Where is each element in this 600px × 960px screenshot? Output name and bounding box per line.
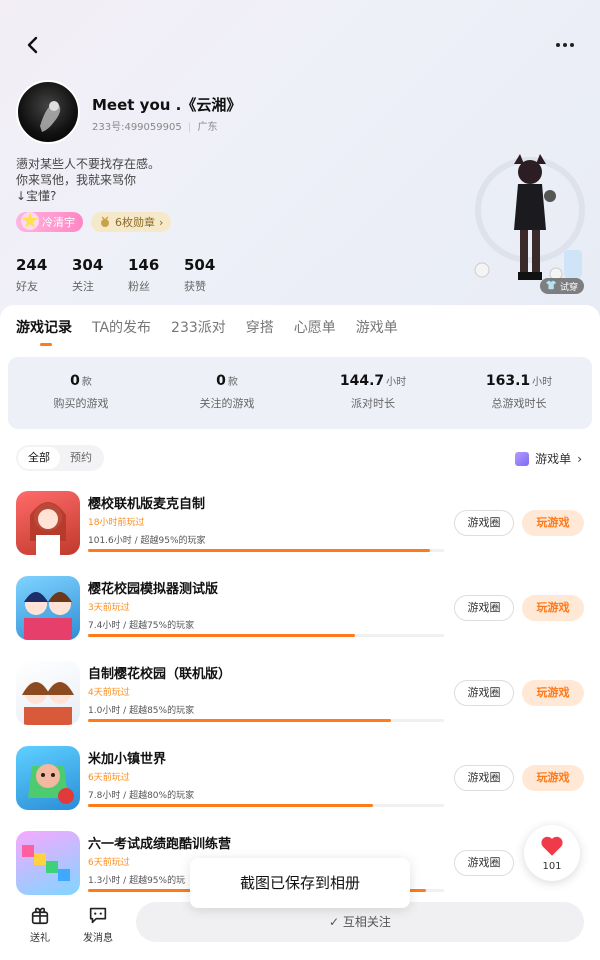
stat-fans[interactable]: 146 粉丝 (128, 256, 184, 294)
play-time: 7.4小时 / 超越75%的玩家 (88, 621, 195, 631)
chevron-left-icon (27, 36, 38, 54)
play-game-button[interactable]: 玩游戏 (522, 680, 584, 706)
game-list-link[interactable]: 游戏单 › (515, 450, 582, 467)
try-on-button[interactable]: 👕 试穿 (539, 278, 584, 294)
last-played: 18小时前玩过 (88, 518, 145, 528)
message-button[interactable]: 发消息 (78, 904, 118, 944)
tab-game-list[interactable]: 游戏单 (356, 317, 398, 337)
game-circle-button[interactable]: 游戏圈 (454, 680, 514, 706)
gift-icon (31, 907, 49, 925)
game-icon (16, 831, 80, 895)
game-circle-button[interactable]: 游戏圈 (454, 595, 514, 621)
like-count: 101 (542, 861, 562, 872)
profile-header: Meet you .《云湘》 233号:499059905 | 广东 懑对某些人… (0, 0, 600, 320)
stat-friends[interactable]: 244 好友 (16, 256, 72, 294)
chevron-right-icon: › (577, 451, 582, 466)
last-played: 6天前玩过 (88, 773, 130, 783)
tab-game-records[interactable]: 游戏记录 (16, 317, 72, 337)
active-tab-indicator (40, 343, 52, 346)
game-row[interactable]: 米加小镇世界 6天前玩过 7.8小时 / 超越80%的玩家 游戏圈 玩游戏 (0, 746, 600, 826)
medal-icon (101, 216, 109, 227)
play-time-bar (88, 549, 444, 552)
game-name: 自制樱花校园（联机版） (88, 667, 232, 682)
game-row[interactable]: 自制樱花校园（联机版） 4天前玩过 1.0小时 / 超越85%的玩家 游戏圈 玩… (0, 661, 600, 741)
game-row[interactable]: 樱校联机版麦克自制 18小时前玩过 101.6小时 / 超越95%的玩家 游戏圈… (0, 491, 600, 571)
shirt-icon: 👕 (545, 281, 557, 291)
tab-outfits[interactable]: 穿搭 (246, 317, 274, 337)
game-icon (16, 491, 80, 555)
more-options-button[interactable] (550, 32, 580, 58)
medals-badge[interactable]: 6枚勋章 › (91, 212, 172, 232)
vip-badge[interactable]: 冷清宇 (16, 212, 83, 232)
game-row[interactable]: 樱花校园模拟器测试版 3天前玩过 7.4小时 / 超越75%的玩家 游戏圈 玩游… (0, 576, 600, 656)
play-game-button[interactable]: 玩游戏 (522, 765, 584, 791)
summary-total-time: 163.1 小时 总游戏时长 (485, 373, 553, 410)
avatar[interactable] (16, 80, 80, 144)
summary-followed: 0款 关注的游戏 (199, 373, 255, 410)
game-icon (16, 576, 80, 640)
filter-toggle: 全部 预约 (16, 445, 104, 471)
toast-message: 截图已保存到相册 (190, 858, 410, 908)
chat-bubble-icon (89, 907, 107, 924)
last-played: 4天前玩过 (88, 688, 130, 698)
play-time-bar (88, 804, 444, 807)
tab-bar: 游戏记录 TA的发布 233派对 穿搭 心愿单 游戏单 (16, 317, 398, 337)
heart-icon (541, 836, 563, 856)
avatar-character-image[interactable] (470, 150, 590, 295)
game-circle-button[interactable]: 游戏圈 (454, 850, 514, 876)
nickname: Meet you .《云湘》 (92, 96, 242, 114)
like-button[interactable]: 101 (524, 825, 580, 881)
game-name: 樱校联机版麦克自制 (88, 497, 206, 512)
game-circle-button[interactable]: 游戏圈 (454, 765, 514, 791)
play-time-bar (88, 719, 444, 722)
chevron-right-icon: › (159, 215, 164, 229)
summary-purchased: 0款 购买的游戏 (53, 373, 109, 410)
region: 广东 (197, 122, 218, 133)
last-played: 3天前玩过 (88, 603, 130, 613)
play-time: 1.3小时 / 超越95%的玩 (88, 876, 186, 886)
stat-following[interactable]: 304 关注 (72, 256, 128, 294)
game-name: 六一考试成绩跑酷训练营 (88, 837, 232, 852)
play-time: 7.8小时 / 超越80%的玩家 (88, 791, 195, 801)
back-button[interactable] (18, 30, 48, 60)
stat-likes[interactable]: 504 获赞 (184, 256, 240, 294)
play-game-button[interactable]: 玩游戏 (522, 595, 584, 621)
play-game-button[interactable]: 玩游戏 (522, 510, 584, 536)
last-played: 6天前玩过 (88, 858, 130, 868)
game-name: 樱花校园模拟器测试版 (88, 582, 219, 597)
more-dot-icon (556, 43, 560, 47)
play-summary: 0款 购买的游戏 0款 关注的游戏 144.7 小时 派对时长 163.1 小时 总… (8, 357, 592, 429)
user-id: 233号:499059905 | 广东 (92, 122, 218, 133)
star-mascot-icon (21, 212, 39, 230)
tab-posts[interactable]: TA的发布 (92, 317, 151, 337)
game-icon (16, 746, 80, 810)
checkmark-icon: ✓ (329, 915, 343, 929)
summary-party-time: 144.7 小时 派对时长 (339, 373, 407, 410)
bio: 懑对某些人不要找存在感。 你来骂他，我就来骂你 ↓宝懂? (16, 157, 161, 203)
game-list-icon (515, 451, 530, 466)
play-time-bar (88, 634, 444, 637)
tab-party[interactable]: 233派对 (171, 317, 226, 337)
filter-reserve[interactable]: 预约 (60, 447, 102, 469)
mutual-follow-button[interactable]: ✓ 互相关注 (136, 902, 584, 942)
tab-wishlist[interactable]: 心愿单 (294, 317, 336, 337)
game-icon (16, 661, 80, 725)
game-circle-button[interactable]: 游戏圈 (454, 510, 514, 536)
gift-button[interactable]: 送礼 (20, 904, 60, 944)
filter-all[interactable]: 全部 (18, 447, 60, 469)
play-time: 1.0小时 / 超越85%的玩家 (88, 706, 195, 716)
play-time: 101.6小时 / 超越95%的玩家 (88, 536, 206, 546)
game-name: 米加小镇世界 (88, 752, 167, 767)
stats: 244 好友 304 关注 146 粉丝 504 获赞 (16, 256, 240, 294)
